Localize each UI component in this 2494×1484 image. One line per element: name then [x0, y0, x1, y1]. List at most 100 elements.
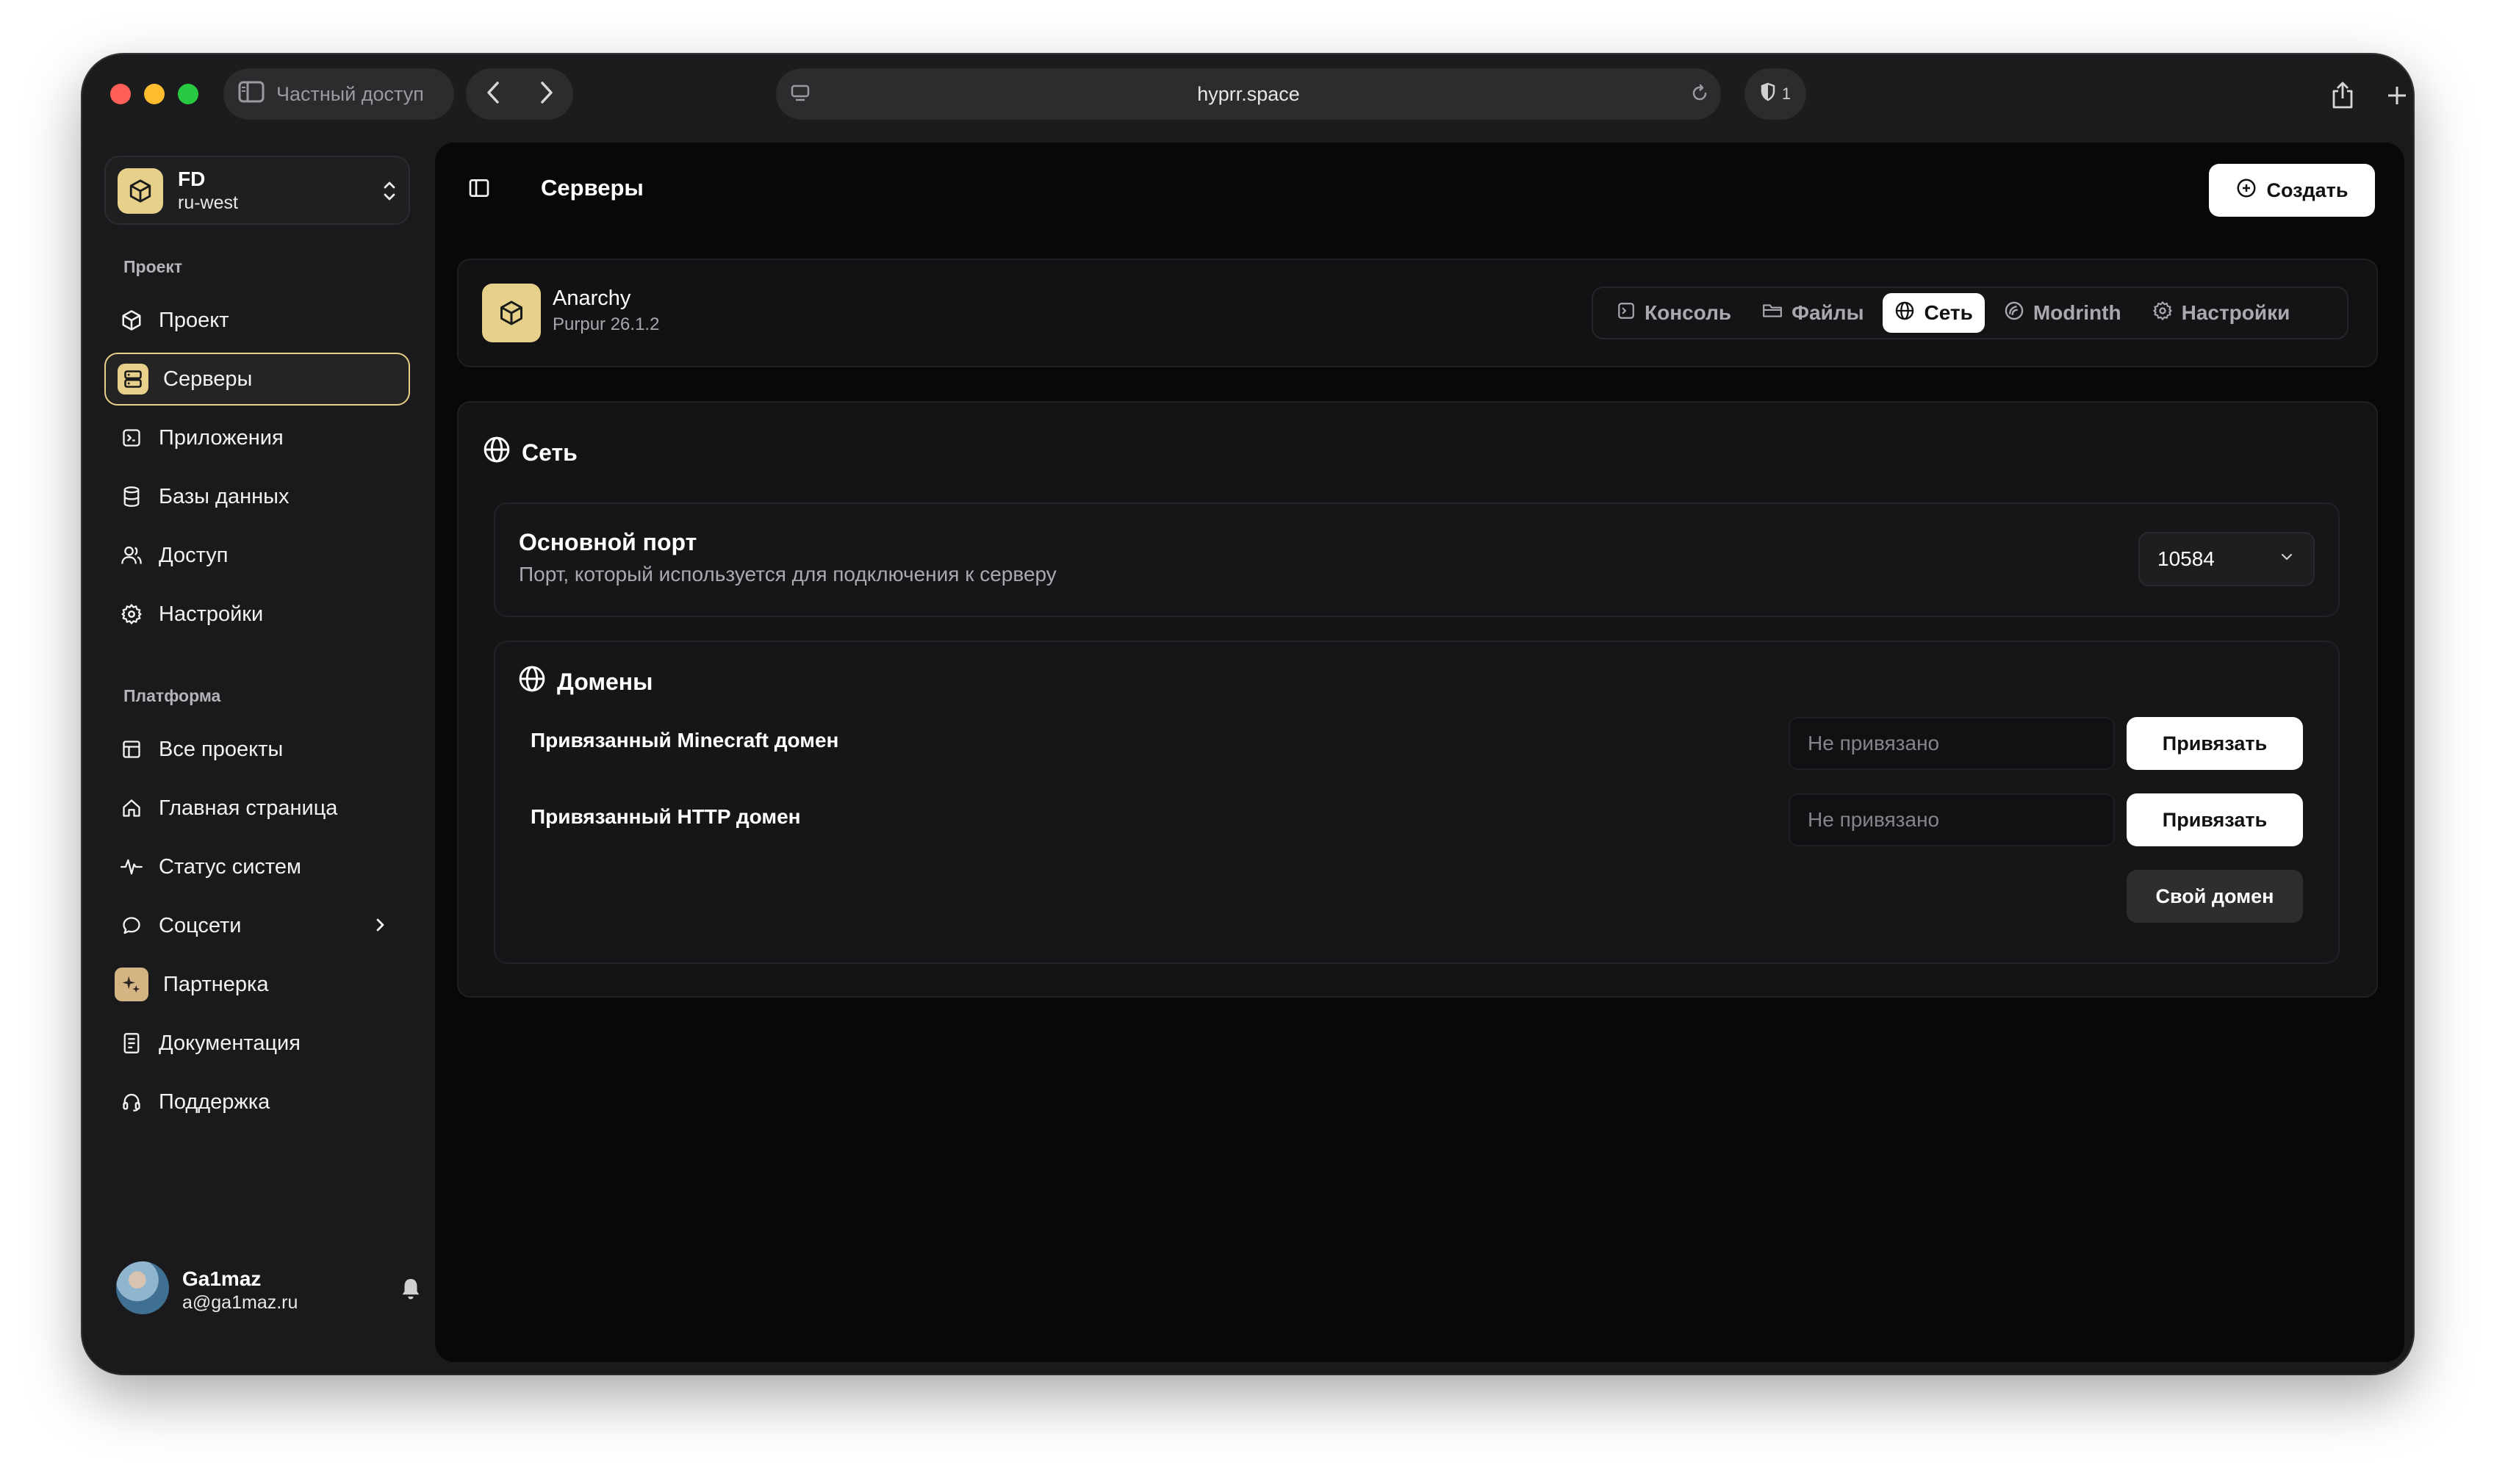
sidebar-item-label: Документация — [159, 1031, 301, 1055]
sidebar-item-support[interactable]: Поддержка — [104, 1076, 410, 1128]
network-heading: Сеть — [482, 435, 578, 470]
sidebar: FD ru-west Проект Проект Серверы Приложе… — [82, 134, 435, 1374]
sidebar-item-all-projects[interactable]: Все проекты — [104, 723, 410, 776]
domains-title: Домены — [557, 668, 653, 695]
minecraft-domain-label: Привязанный Minecraft домен — [531, 729, 839, 752]
grid-icon — [119, 737, 144, 762]
url-text: hyprr.space — [1197, 82, 1300, 105]
bell-icon[interactable] — [398, 1275, 423, 1307]
port-title: Основной порт — [519, 529, 697, 555]
modrinth-icon — [2004, 300, 2024, 326]
main-port-card: Основной порт Порт, который используется… — [494, 503, 2340, 617]
port-select[interactable]: 10584 — [2138, 532, 2315, 586]
chevron-up-down-icon — [381, 178, 398, 208]
sidebar-item-servers[interactable]: Серверы — [104, 353, 410, 406]
create-button[interactable]: Создать — [2209, 164, 2375, 217]
sidebar-item-label: Базы данных — [159, 484, 290, 508]
tab-label: Сеть — [1924, 301, 1973, 324]
server-tabs: Консоль Файлы Сеть Modrinth Настройки — [1592, 287, 2349, 339]
server-logo — [482, 284, 541, 342]
create-button-label: Создать — [2266, 179, 2349, 201]
globe-icon — [517, 664, 547, 699]
sparkle-icon — [115, 968, 148, 1001]
shield-icon — [1760, 82, 1776, 106]
tab-modrinth[interactable]: Modrinth — [1992, 293, 2133, 333]
minecraft-domain-field[interactable]: Не привязано — [1789, 717, 2115, 770]
sidebar-item-access[interactable]: Доступ — [104, 529, 410, 582]
terminal-icon — [119, 425, 144, 450]
sidebar-item-label: Серверы — [163, 367, 253, 391]
box-icon — [119, 308, 144, 333]
project-section-label: Проект — [123, 257, 183, 276]
chevron-down-icon — [2278, 547, 2296, 571]
sidebar-item-label: Поддержка — [159, 1089, 270, 1114]
port-value: 10584 — [2157, 547, 2215, 570]
sidebar-item-socials[interactable]: Соцсети — [104, 899, 410, 952]
gear-icon — [2152, 300, 2173, 326]
avatar — [116, 1261, 169, 1314]
new-tab-icon[interactable] — [2382, 81, 2412, 110]
sidebar-item-docs[interactable]: Документация — [104, 1017, 410, 1070]
chevron-right-icon — [373, 914, 388, 942]
network-title: Сеть — [522, 439, 578, 466]
sidebar-item-project[interactable]: Проект — [104, 294, 410, 347]
box-icon — [500, 300, 522, 325]
reload-icon[interactable] — [1689, 82, 1711, 109]
toggle-sidebar-icon[interactable] — [467, 176, 491, 203]
tab-files[interactable]: Файлы — [1750, 293, 1875, 333]
page-menu-icon[interactable] — [789, 82, 811, 109]
activity-icon — [119, 854, 144, 879]
sidebar-item-label: Статус систем — [159, 854, 301, 879]
folder-icon — [1762, 301, 1783, 325]
headset-icon — [119, 1089, 144, 1114]
sidebar-item-label: Партнерка — [163, 972, 269, 996]
tab-network[interactable]: Сеть — [1883, 293, 1985, 333]
team-switcher[interactable]: FD ru-west — [104, 156, 410, 225]
shield-badge[interactable]: 1 — [1744, 68, 1806, 120]
http-domain-label: Привязанный HTTP домен — [531, 805, 801, 828]
forward-icon[interactable] — [539, 80, 555, 109]
tab-settings[interactable]: Настройки — [2141, 293, 2302, 333]
own-domain-button[interactable]: Свой домен — [2127, 870, 2303, 923]
gear-icon — [119, 602, 144, 627]
box-icon — [129, 179, 151, 203]
users-icon — [119, 543, 144, 568]
share-icon[interactable] — [2328, 81, 2357, 110]
team-region: ru-west — [178, 192, 238, 213]
minimize-window-button[interactable] — [144, 84, 165, 104]
sidebar-item-label: Главная страница — [159, 796, 338, 820]
bind-minecraft-domain-button[interactable]: Привязать — [2127, 717, 2303, 770]
tab-label: Консоль — [1645, 301, 1732, 324]
sidebar-item-partner[interactable]: Партнерка — [104, 958, 410, 1011]
close-window-button[interactable] — [110, 84, 131, 104]
server-name: Anarchy — [553, 287, 631, 310]
tab-label: Modrinth — [2033, 301, 2121, 324]
user-email: a@ga1maz.ru — [182, 1292, 298, 1313]
globe-icon — [1894, 300, 1915, 326]
sidebar-item-settings[interactable]: Настройки — [104, 588, 410, 641]
sidebar-item-apps[interactable]: Приложения — [104, 411, 410, 464]
chat-icon — [119, 913, 144, 938]
page-title: Серверы — [541, 175, 644, 201]
sidebar-item-home[interactable]: Главная страница — [104, 782, 410, 835]
port-description: Порт, который используется для подключен… — [519, 563, 1057, 586]
domains-heading: Домены — [517, 664, 653, 699]
address-bar[interactable]: hyprr.space — [776, 68, 1721, 120]
sidebar-item-databases[interactable]: Базы данных — [104, 470, 410, 523]
browser-window: Частный доступ hyprr.space 1 FD ru-west … — [82, 54, 2413, 1374]
sidebar-item-label: Все проекты — [159, 737, 284, 761]
team-logo — [118, 168, 163, 214]
tab-console[interactable]: Консоль — [1605, 293, 1743, 333]
server-version: Purpur 26.1.2 — [553, 314, 660, 334]
home-icon — [119, 796, 144, 821]
sidebar-toggle-icon — [238, 81, 265, 108]
console-icon — [1617, 301, 1636, 325]
tab-label: Настройки — [2181, 301, 2290, 324]
sidebar-item-status[interactable]: Статус систем — [104, 840, 410, 893]
http-domain-field[interactable]: Не привязано — [1789, 793, 2115, 846]
bind-http-domain-button[interactable]: Привязать — [2127, 793, 2303, 846]
private-browsing-pill[interactable]: Частный доступ — [223, 68, 454, 120]
platform-section-label: Платформа — [123, 686, 221, 705]
maximize-window-button[interactable] — [178, 84, 198, 104]
back-icon[interactable] — [485, 80, 501, 109]
